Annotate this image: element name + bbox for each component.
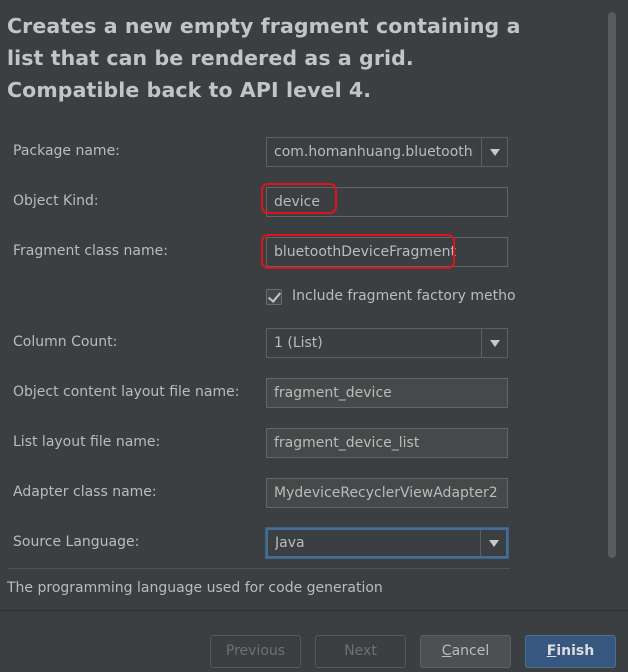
include-factory-label: Include fragment factory metho... xyxy=(292,288,516,304)
object-content-layout-label: Object content layout file name: xyxy=(13,384,240,400)
source-language-value: Java xyxy=(275,535,305,551)
list-layout-label: List layout file name: xyxy=(13,434,161,450)
chevron-down-icon[interactable] xyxy=(481,329,507,357)
object-kind-label: Object Kind: xyxy=(13,193,99,209)
adapter-class-name-label: Adapter class name: xyxy=(13,484,157,500)
adapter-class-name-field[interactable]: MydeviceRecyclerViewAdapter2 xyxy=(266,478,508,508)
finish-button[interactable]: Finish xyxy=(525,635,616,668)
package-name-combo[interactable]: com.homanhuang.bluetoothlec xyxy=(266,137,508,167)
package-name-label: Package name: xyxy=(13,143,120,159)
chevron-down-icon[interactable] xyxy=(481,138,507,166)
help-text: The programming language used for code g… xyxy=(7,580,383,596)
cancel-label-rest: ancel xyxy=(451,643,490,659)
package-name-value: com.homanhuang.bluetoothlec xyxy=(274,144,474,160)
column-count-value: 1 (List) xyxy=(274,335,323,351)
template-description: Creates a new empty fragment containing … xyxy=(7,14,521,102)
footer-divider xyxy=(0,610,628,611)
source-language-label: Source Language: xyxy=(13,534,140,550)
object-content-layout-field[interactable]: fragment_device xyxy=(266,378,508,408)
cancel-mnemonic: C xyxy=(441,643,452,659)
previous-button[interactable]: Previous xyxy=(210,635,301,668)
next-button[interactable]: Next xyxy=(315,635,406,668)
scrollbar-thumb[interactable] xyxy=(608,12,616,558)
cancel-button[interactable]: Cancel xyxy=(420,635,511,668)
highlight-marker xyxy=(261,183,337,214)
list-layout-field[interactable]: fragment_device_list xyxy=(266,428,508,458)
column-count-label: Column Count: xyxy=(13,334,118,350)
chevron-down-icon[interactable] xyxy=(480,530,506,556)
adapter-class-name-value: MydeviceRecyclerViewAdapter2 xyxy=(274,485,498,501)
list-layout-value: fragment_device_list xyxy=(274,435,420,451)
object-content-layout-value: fragment_device xyxy=(274,385,392,401)
include-factory-checkbox[interactable] xyxy=(266,289,282,305)
column-count-combo[interactable]: 1 (List) xyxy=(266,328,508,358)
finish-mnemonic: F xyxy=(546,643,557,659)
highlight-marker xyxy=(261,234,455,269)
divider xyxy=(8,568,510,569)
source-language-combo[interactable]: Java xyxy=(266,528,508,558)
finish-label-rest: inish xyxy=(556,643,595,659)
fragment-class-name-label: Fragment class name: xyxy=(13,243,168,259)
include-factory-row[interactable]: Include fragment factory metho... xyxy=(266,286,516,308)
